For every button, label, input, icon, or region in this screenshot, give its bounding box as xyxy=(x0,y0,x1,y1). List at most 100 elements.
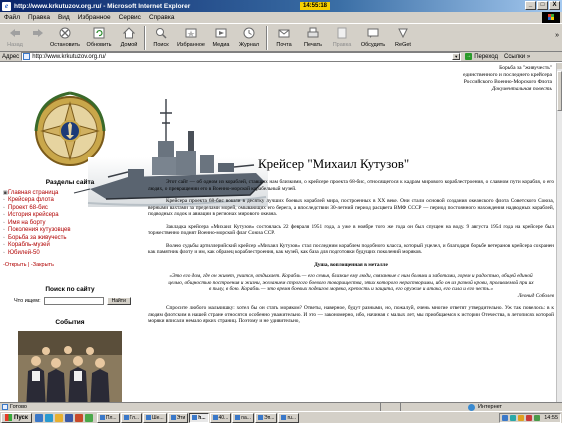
edit-button[interactable]: Правка xyxy=(328,24,356,52)
history-button[interactable]: Журнал xyxy=(234,24,264,52)
page-done-icon xyxy=(2,404,8,410)
events-photo xyxy=(18,330,122,411)
desktop-icon[interactable] xyxy=(34,413,43,422)
stop-button[interactable]: Остановить xyxy=(48,24,82,52)
address-value: http://www.krkutuzov.org.ru/ xyxy=(32,53,106,60)
window-icon xyxy=(212,415,218,420)
search-button[interactable]: Поиск xyxy=(148,24,174,52)
favorites-button[interactable]: Избранное xyxy=(174,24,208,52)
window-icon xyxy=(257,415,263,420)
links-button[interactable]: Ссылки » xyxy=(504,54,530,60)
app-icon[interactable] xyxy=(64,413,73,422)
media-button[interactable]: Медиа xyxy=(208,24,234,52)
sidebar-item-jubilee[interactable]: ◦ Юбилей-50 xyxy=(3,249,140,257)
refresh-button[interactable]: Обновить xyxy=(82,24,116,52)
media-icon xyxy=(214,26,228,40)
taskbar-clock[interactable]: 14:55 xyxy=(544,415,558,421)
window-title-bar[interactable]: e http://www.krkutuzov.org.ru/ - Microso… xyxy=(0,0,562,12)
start-button[interactable]: Пуск xyxy=(1,412,32,423)
tray-icon[interactable] xyxy=(502,415,509,421)
tray-icon[interactable] xyxy=(526,415,533,421)
sections-list: ▣ Главная страница ◦ Крейсера флота ◦ Проек… xyxy=(0,189,140,257)
app-icon[interactable] xyxy=(84,413,93,422)
find-button[interactable]: Найти xyxy=(106,296,131,305)
system-tray: 14:55 xyxy=(499,413,561,423)
address-label: Адрес xyxy=(2,53,20,60)
site-search-heading: Поиск по сайту xyxy=(45,285,95,293)
mail-button[interactable]: Почта xyxy=(270,24,298,52)
status-ready: Готово xyxy=(0,404,27,410)
discuss-icon xyxy=(366,26,380,40)
tray-icon[interactable] xyxy=(534,415,541,421)
address-dropdown-button[interactable]: ▼ xyxy=(452,53,461,60)
taskbar-task[interactable]: 40... xyxy=(209,412,232,423)
print-button[interactable]: Печать xyxy=(298,24,328,52)
epigraph-caption: Документальная повесть xyxy=(491,86,552,92)
taskbar-task[interactable]: na... xyxy=(232,412,254,423)
body-paragraph: Закладка крейсера «Михаил Кутузов» состо… xyxy=(148,223,554,237)
menu-file[interactable]: Файл xyxy=(0,14,24,21)
taskbar-task[interactable]: Пл... xyxy=(96,412,120,423)
naval-emblem-icon xyxy=(34,91,106,166)
go-button[interactable]: → Переход xyxy=(465,53,498,60)
minimize-button[interactable]: _ xyxy=(525,1,536,10)
sidebar-item-project-68bis[interactable]: ◦ Проект 68-бис xyxy=(3,204,140,212)
taskbar-task[interactable]: Эп... xyxy=(254,412,278,423)
taskbar-task[interactable]: Ше... xyxy=(143,412,167,423)
close-button[interactable]: X xyxy=(549,1,560,10)
page-viewport[interactable]: Борьба за "живучесть" единственного и по… xyxy=(0,63,556,412)
tray-icon[interactable] xyxy=(518,415,525,421)
window-icon xyxy=(235,415,241,420)
address-input[interactable]: http://www.krkutuzov.org.ru/ ▼ xyxy=(21,52,462,61)
address-bar: Адрес http://www.krkutuzov.org.ru/ ▼ → П… xyxy=(0,52,562,62)
open-close-links[interactable]: -Открыть | -Закрыть xyxy=(0,262,140,268)
app-icon[interactable] xyxy=(74,413,83,422)
quick-launch xyxy=(34,413,93,422)
sidebar-item-museum-ship[interactable]: ◦ Корабль-музей xyxy=(3,242,140,250)
body-paragraph: Крейсера проекта 68-бис вошли в десятку … xyxy=(148,198,554,217)
refresh-icon xyxy=(92,26,106,40)
taskbar-task-active[interactable]: h... xyxy=(189,412,209,423)
reget-button[interactable]: ReGet xyxy=(390,24,416,52)
sidebar-item-fleet-cruisers[interactable]: ◦ Крейсера флота xyxy=(3,197,140,205)
sidebar-item-name-on-board[interactable]: ◦ Имя на борту xyxy=(3,219,140,227)
window-icon xyxy=(123,415,129,420)
menu-edit[interactable]: Правка xyxy=(24,14,54,21)
sidebar-item-history[interactable]: ◦ История крейсера xyxy=(3,212,140,220)
internet-globe-icon xyxy=(468,403,475,411)
scroll-up-button[interactable] xyxy=(557,63,562,69)
scroll-thumb[interactable] xyxy=(557,71,562,111)
home-icon xyxy=(122,26,136,40)
search-input[interactable] xyxy=(43,296,104,305)
taskbar-task[interactable]: Гл... xyxy=(120,412,143,423)
forward-button[interactable] xyxy=(28,24,48,52)
home-button[interactable]: Домой xyxy=(116,24,142,52)
menu-favorites[interactable]: Избранное xyxy=(74,14,115,21)
taskbar-task[interactable]: Эти xyxy=(167,412,189,423)
vertical-scrollbar[interactable] xyxy=(556,63,562,412)
discuss-button[interactable]: Обсудить xyxy=(356,24,390,52)
toolbar-chevron[interactable]: » xyxy=(555,32,559,39)
tray-icon[interactable] xyxy=(510,415,517,421)
sections-heading: Разделы сайта xyxy=(45,179,95,186)
window-icon xyxy=(146,415,152,420)
ie-icon[interactable] xyxy=(44,413,53,422)
sidebar-item-survivability[interactable]: ◦ Борьба за живучесть xyxy=(3,234,140,242)
explorer-icon[interactable] xyxy=(54,413,63,422)
mail-icon xyxy=(277,26,291,40)
body-paragraph: Спросите любого мальчишку: хотел бы он с… xyxy=(148,305,554,324)
search-label: Что ищем: xyxy=(14,297,41,304)
sidebar-item-generations[interactable]: ◦ Поколения кутузовцев xyxy=(3,227,140,235)
menu-help[interactable]: Справка xyxy=(145,14,179,21)
title-clock-badge: 14:55:18 xyxy=(300,2,331,10)
menu-view[interactable]: Вид xyxy=(54,14,74,21)
maximize-button[interactable]: □ xyxy=(537,1,548,10)
taskbar-task[interactable]: ru... xyxy=(278,412,300,423)
menu-tools[interactable]: Сервис xyxy=(115,14,145,21)
back-button[interactable]: Назад xyxy=(2,24,28,52)
section-subheading: Душа, воплощенная в металле xyxy=(314,261,388,268)
window-icon xyxy=(170,415,176,420)
main-content: Этот сайт — об одном из кораблей, ставши… xyxy=(148,179,554,331)
sidebar-item-home[interactable]: ▣ Главная страница xyxy=(3,189,140,197)
reget-icon xyxy=(396,26,410,40)
